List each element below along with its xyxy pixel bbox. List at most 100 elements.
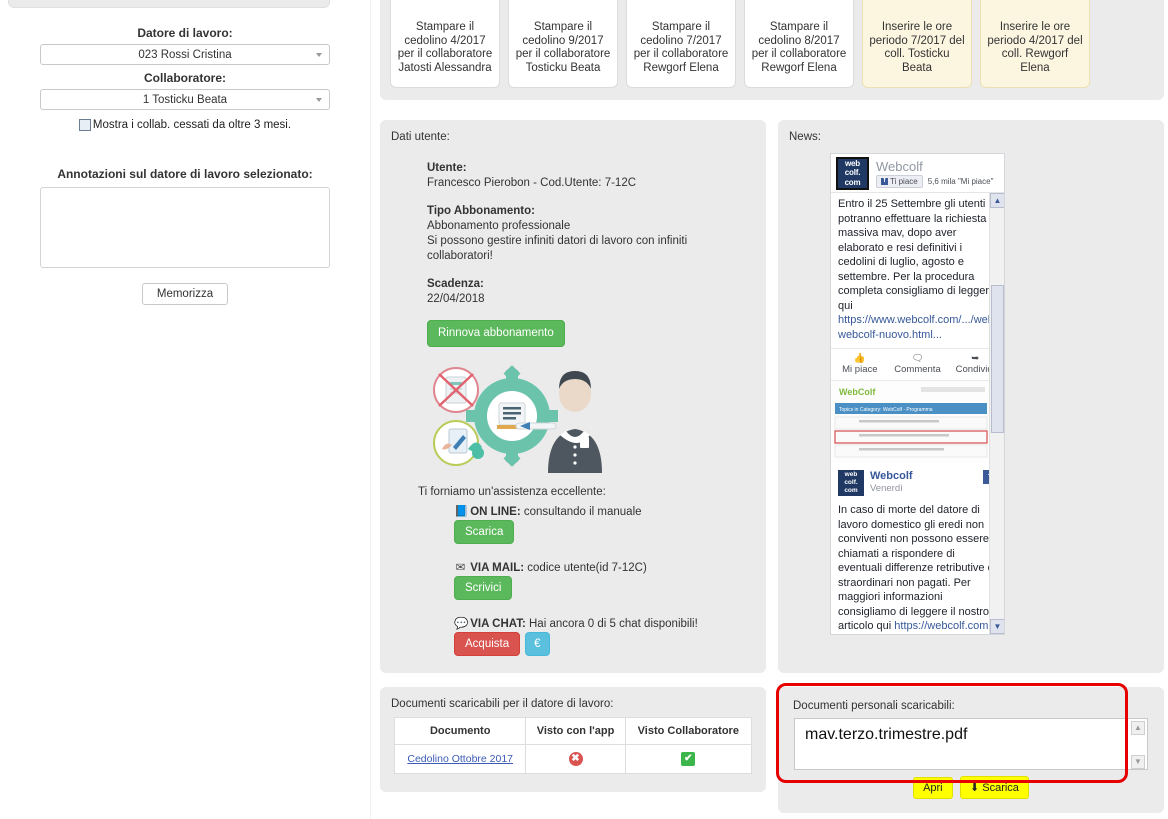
facebook-like-action[interactable]: 👍 Mi piace — [831, 349, 889, 380]
table-header-row: Documento Visto con l'app Visto Collaborat… — [393, 717, 753, 745]
no-paper-icon — [433, 367, 479, 413]
assistance-title: Ti forniamo un'assistenza eccellente: — [418, 486, 606, 498]
scroll-up-icon[interactable]: ▲ — [990, 193, 1004, 208]
webcolf-logo-icon: web colf. com — [836, 156, 869, 190]
facebook-comment-action-label: Commenta — [894, 364, 941, 375]
table-column-header: Documento — [393, 717, 527, 745]
collaborator-seen-cell: ✔ — [624, 744, 753, 774]
personal-documents-list[interactable]: mav.terzo.trimestre.pdf ▲ ▼ — [794, 718, 1148, 770]
list-item[interactable]: mav.terzo.trimestre.pdf — [795, 719, 1147, 744]
chat-info-button[interactable]: € — [525, 632, 550, 656]
expiry-value: 22/04/2018 — [427, 293, 485, 305]
table-column-header: Visto Collaboratore — [624, 717, 753, 745]
facebook-comment-action[interactable]: 🗨 Commenta — [889, 349, 947, 380]
user-block: Utente: Francesco Pierobon - Cod.Utente:… — [427, 161, 766, 191]
facebook-f-icon: f — [881, 177, 888, 185]
column-divider — [370, 0, 371, 819]
personal-documents-scrollbar[interactable]: ▲ ▼ — [1131, 721, 1145, 769]
employer-documents-table: Documento Visto con l'app Visto Collaborat… — [393, 717, 753, 774]
renew-subscription-button[interactable]: Rinnova abbonamento — [427, 320, 565, 347]
user-value: Francesco Pierobon - Cod.Utente: 7-12C — [427, 177, 637, 189]
task-card[interactable]: Inserire le ore periodo 4/2017 del coll.… — [980, 0, 1090, 88]
facebook-like-button[interactable]: f Ti piace — [876, 174, 923, 188]
svg-text:Topics in Category: WebColf -: Topics in Category: WebColf - Programma — [839, 407, 933, 413]
buy-chat-button[interactable]: Acquista — [454, 632, 521, 656]
assistance-online-text: consultando il manuale — [520, 506, 642, 518]
facebook-post-2-date: Venerdì — [870, 483, 903, 494]
expiry-label: Scadenza: — [427, 278, 484, 290]
assistance-chat-label: VIA CHAT: — [470, 618, 526, 630]
envelope-icon: ✉ — [455, 562, 466, 574]
write-us-button[interactable]: Scrivici — [454, 576, 513, 600]
facebook-post-1-text: Entro il 25 Settembre gli utenti potrann… — [838, 198, 996, 312]
cross-icon: ✖ — [568, 752, 583, 766]
facebook-link-preview-image[interactable]: WebColf Topics in Category: WebColf - Pr… — [831, 381, 1004, 463]
task-card-text: Inserire le ore periodo 4/2017 del coll.… — [987, 21, 1083, 74]
task-card-text: Stampare il cedolino 4/2017 per il colla… — [397, 21, 493, 74]
subscription-block: Tipo Abbonamento: Abbonamento profession… — [427, 204, 766, 264]
facebook-widget-header: web colf. com Webcolf f Ti piace 5,6 mil… — [831, 154, 1004, 193]
facebook-post-2-text: In caso di morte del datore di lavoro do… — [838, 504, 994, 632]
facebook-post-1-actions: 👍 Mi piace 🗨 Commenta ➥ Condividi — [831, 348, 1004, 381]
employer-select[interactable]: 023 Rossi Cristina — [40, 44, 330, 65]
assistance-mail-row: ✉ VIA MAIL: codice utente(id 7-12C) — [454, 560, 766, 574]
task-card[interactable]: Stampare il cedolino 9/2017 per il colla… — [508, 0, 618, 88]
facebook-feed-scrollbar[interactable]: ▲ ▼ — [989, 193, 1004, 634]
logo2-line-1: web — [844, 471, 858, 478]
logo-line-3: com — [844, 177, 861, 187]
webcolf-logo-icon-small: web colf. com — [838, 470, 864, 496]
logo-line-1: web — [845, 158, 860, 168]
employer-select-value: 023 Rossi Cristina — [138, 48, 232, 61]
save-button[interactable]: Memorizza — [141, 283, 229, 305]
task-card[interactable]: Stampare il cedolino 8/2017 per il colla… — [744, 0, 854, 88]
employer-documents-panel: Documenti scaricabili per il datore di l… — [380, 687, 766, 792]
top-rounded-stub — [8, 0, 330, 8]
scroll-down-icon[interactable]: ▼ — [1131, 755, 1145, 769]
collaborator-label: Collaboratore: — [143, 71, 226, 85]
scroll-up-icon[interactable]: ▲ — [1131, 721, 1145, 735]
task-card[interactable]: Inserire le ore periodo 7/2017 del coll.… — [862, 0, 972, 88]
logo2-line-3: com — [844, 487, 858, 494]
document-link[interactable]: Cedolino Ottobre 2017 — [407, 753, 513, 765]
personal-documents-panel: Documenti personali scaricabili: mav.ter… — [778, 687, 1164, 813]
facebook-page-name: Webcolf — [876, 158, 923, 174]
show-ceased-checkbox[interactable] — [78, 119, 91, 131]
scrollbar-thumb[interactable] — [991, 285, 1004, 433]
assistance-illustration — [420, 363, 766, 476]
employer-label: Datore di lavoro: — [137, 26, 233, 40]
facebook-post-1-link[interactable]: https://www.webcolf.com/.../webco.../man… — [838, 314, 1004, 341]
news-panel: News: web colf. com Webcolf f Ti piace 5… — [778, 120, 1164, 673]
chevron-down-icon — [316, 52, 322, 57]
table-column-header: Visto con l'app — [525, 717, 626, 745]
download-document-button[interactable]: ⬇ Scarica — [959, 776, 1029, 799]
assistance-chat-row: 💬 VIA CHAT: Hai ancora 0 di 5 chat dispo… — [454, 616, 766, 630]
show-ceased-row[interactable]: Mostra i collab. cessati da oltre 3 mesi… — [0, 119, 370, 131]
user-label: Utente: — [427, 162, 467, 174]
comment-icon: 🗨 — [911, 353, 924, 364]
task-card[interactable]: Stampare il cedolino 4/2017 per il colla… — [390, 0, 500, 88]
svg-text:WebColf: WebColf — [839, 387, 876, 397]
logo-line-2: colf. — [844, 168, 861, 178]
assistance-online-label: ON LINE: — [470, 506, 521, 518]
page-root: Datore di lavoro: 023 Rossi Cristina Col… — [0, 0, 1168, 819]
chevron-down-icon — [316, 97, 322, 102]
task-card[interactable]: Stampare il cedolino 7/2017 per il colla… — [626, 0, 736, 88]
open-document-button[interactable]: Apri — [913, 777, 953, 799]
facebook-post-2-link[interactable]: https://webcolf.com — [894, 620, 988, 632]
book-icon: 📘 — [454, 506, 469, 518]
scroll-down-icon[interactable]: ▼ — [990, 619, 1004, 634]
download-manual-button[interactable]: Scarica — [454, 520, 515, 544]
subscription-detail-2: collaboratori! — [427, 250, 493, 262]
employer-documents-title: Documenti scaricabili per il datore di l… — [391, 698, 614, 710]
subscription-detail-1: Si possono gestire infiniti datori di la… — [427, 235, 688, 247]
facebook-like-count: 5,6 mila "Mi piace" — [927, 176, 994, 186]
assistance-chat-text: Hai ancora 0 di 5 chat disponibili! — [525, 618, 698, 630]
facebook-post-2: In caso di morte del datore di lavoro do… — [831, 499, 1004, 634]
facebook-post-2-author[interactable]: Webcolf — [870, 470, 913, 483]
show-ceased-label: Mostra i collab. cessati da oltre 3 mesi… — [92, 119, 292, 131]
task-card-text: Stampare il cedolino 7/2017 per il colla… — [633, 21, 729, 74]
assistance-mail-text: codice utente(id 7-12C) — [524, 562, 647, 574]
notes-textarea[interactable] — [40, 187, 330, 268]
task-cards-strip: Stampare il cedolino 4/2017 per il colla… — [380, 0, 1164, 100]
assistance-online-row: 📘 ON LINE: consultando il manuale — [454, 504, 766, 518]
